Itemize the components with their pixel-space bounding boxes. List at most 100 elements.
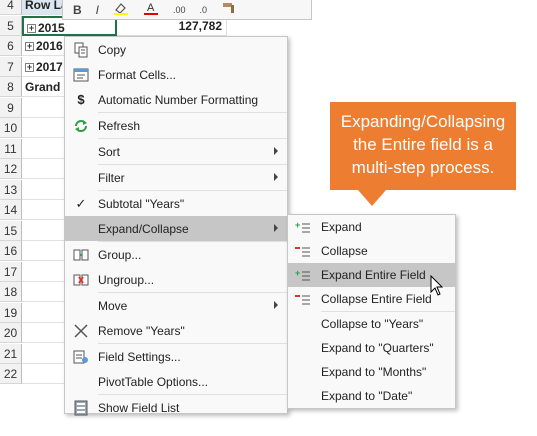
mouse-pointer-icon	[430, 274, 444, 300]
menu-item-refresh[interactable]: Refresh	[65, 113, 287, 138]
menu-item-label: Expand to "Months"	[321, 365, 427, 379]
menu-item-filter[interactable]: Filter	[65, 165, 287, 190]
menu-item-label: Copy	[98, 42, 127, 57]
row-header[interactable]: 20	[0, 323, 22, 343]
row-header[interactable]: 5	[0, 16, 22, 36]
expand-collapse-submenu: + Expand Collapse + Expand Entire Field …	[287, 214, 456, 409]
menu-item-label: Collapse	[321, 244, 368, 258]
menu-item-label: Ungroup...	[98, 272, 155, 287]
context-menu: Copy Format Cells... $ Automatic Number …	[64, 36, 288, 415]
field-settings-icon	[72, 348, 90, 365]
menu-item-label: Remove "Years"	[98, 323, 185, 338]
mini-toolbar: B I A .00 .0	[62, 0, 312, 20]
expand-entire-field-icon: +	[294, 267, 312, 284]
row-header[interactable]: 7	[0, 57, 22, 77]
callout-box: Expanding/Collapsing the Entire field is…	[330, 102, 516, 190]
format-painter-icon[interactable]	[221, 1, 237, 18]
submenu-item-expand-to-date[interactable]: Expand to "Date"	[288, 384, 455, 408]
row-header[interactable]: 19	[0, 303, 22, 323]
menu-item-show-field-list[interactable]: Show Field List	[65, 395, 287, 420]
copy-icon	[72, 41, 90, 58]
row-header[interactable]: 18	[0, 282, 22, 302]
remove-x-icon	[72, 322, 90, 339]
menu-item-copy[interactable]: Copy	[65, 37, 287, 62]
submenu-arrow-icon	[274, 301, 278, 309]
submenu-arrow-icon	[274, 224, 278, 232]
row-header[interactable]: 6	[0, 36, 22, 56]
menu-item-field-settings[interactable]: Field Settings...	[65, 344, 287, 369]
submenu-arrow-icon	[274, 147, 278, 155]
expand-icon: +	[294, 219, 312, 236]
row-header[interactable]: 16	[0, 241, 22, 261]
menu-item-label: Filter	[98, 170, 125, 185]
menu-item-label: Expand to "Quarters"	[321, 341, 434, 355]
submenu-item-expand[interactable]: + Expand	[288, 215, 455, 239]
menu-item-label: Expand	[321, 220, 362, 234]
menu-item-move[interactable]: Move	[65, 293, 287, 318]
menu-item-pivottable-options[interactable]: PivotTable Options...	[65, 369, 287, 394]
menu-item-label: Expand/Collapse	[98, 221, 189, 236]
menu-item-remove[interactable]: Remove "Years"	[65, 318, 287, 343]
ungroup-icon	[72, 271, 90, 288]
row-header[interactable]: 17	[0, 262, 22, 282]
dollar-icon: $	[77, 92, 85, 107]
row-header[interactable]: 21	[0, 344, 22, 364]
row-header[interactable]: 4	[0, 0, 22, 15]
menu-item-label: Subtotal "Years"	[98, 196, 185, 211]
menu-item-format-cells[interactable]: Format Cells...	[65, 62, 287, 87]
fill-color-icon[interactable]	[113, 1, 129, 18]
field-list-icon	[72, 399, 90, 416]
menu-item-label: Collapse to "Years"	[321, 317, 424, 331]
cell-text: 2015	[38, 21, 65, 35]
cell-text: 2016	[36, 39, 63, 53]
expand-button-icon[interactable]: +	[27, 24, 36, 34]
row-header[interactable]: 15	[0, 221, 22, 241]
menu-item-group[interactable]: Group...	[65, 242, 287, 267]
cell-text: 2017	[36, 60, 63, 74]
submenu-item-collapse[interactable]: Collapse	[288, 239, 455, 263]
row-header[interactable]: 12	[0, 159, 22, 179]
increase-decimal-button[interactable]: .00	[173, 5, 186, 15]
menu-item-label: Expand to "Date"	[321, 389, 413, 403]
submenu-item-expand-to-months[interactable]: Expand to "Months"	[288, 360, 455, 384]
submenu-item-collapse-to-years[interactable]: Collapse to "Years"	[288, 312, 455, 336]
row-header[interactable]: 11	[0, 139, 22, 159]
refresh-icon	[72, 117, 90, 134]
svg-text:+: +	[295, 269, 300, 278]
submenu-item-expand-to-quarters[interactable]: Expand to "Quarters"	[288, 336, 455, 360]
row-header[interactable]: 13	[0, 180, 22, 200]
format-cells-icon	[72, 66, 90, 83]
cell-text: Grand	[25, 80, 61, 94]
menu-item-label: Move	[98, 298, 128, 313]
menu-item-label: Expand Entire Field	[321, 268, 426, 282]
decrease-decimal-button[interactable]: .0	[200, 5, 208, 15]
menu-item-label: Automatic Number Formatting	[98, 92, 259, 107]
expand-button-icon[interactable]: +	[25, 63, 34, 73]
menu-item-label: PivotTable Options...	[98, 374, 209, 389]
row-header[interactable]: 9	[0, 98, 22, 118]
menu-item-ungroup[interactable]: Ungroup...	[65, 267, 287, 292]
menu-item-auto-number-format[interactable]: $ Automatic Number Formatting	[65, 87, 287, 112]
group-icon	[72, 246, 90, 263]
row-header[interactable]: 14	[0, 200, 22, 220]
italic-button[interactable]: I	[96, 3, 99, 17]
row-header[interactable]: 22	[0, 364, 22, 384]
row-header[interactable]: 8	[0, 77, 22, 97]
font-color-icon[interactable]: A	[143, 1, 159, 18]
menu-item-label: Show Field List	[98, 400, 180, 415]
expand-button-icon[interactable]: +	[25, 42, 34, 52]
svg-text:A: A	[147, 2, 155, 14]
menu-item-sort[interactable]: Sort	[65, 139, 287, 164]
menu-item-label: Group...	[98, 247, 142, 262]
svg-text:+: +	[295, 221, 300, 230]
bold-button[interactable]: B	[73, 3, 82, 17]
submenu-arrow-icon	[274, 173, 278, 181]
collapse-entire-field-icon	[294, 291, 312, 308]
menu-item-subtotal[interactable]: ✓ Subtotal "Years"	[65, 191, 287, 216]
row-header[interactable]: 10	[0, 118, 22, 138]
checkmark-icon: ✓	[75, 195, 87, 211]
collapse-icon	[294, 243, 312, 260]
menu-item-label: Format Cells...	[98, 67, 177, 82]
menu-item-expand-collapse[interactable]: Expand/Collapse	[65, 216, 287, 241]
menu-item-label: Collapse Entire Field	[321, 292, 432, 306]
